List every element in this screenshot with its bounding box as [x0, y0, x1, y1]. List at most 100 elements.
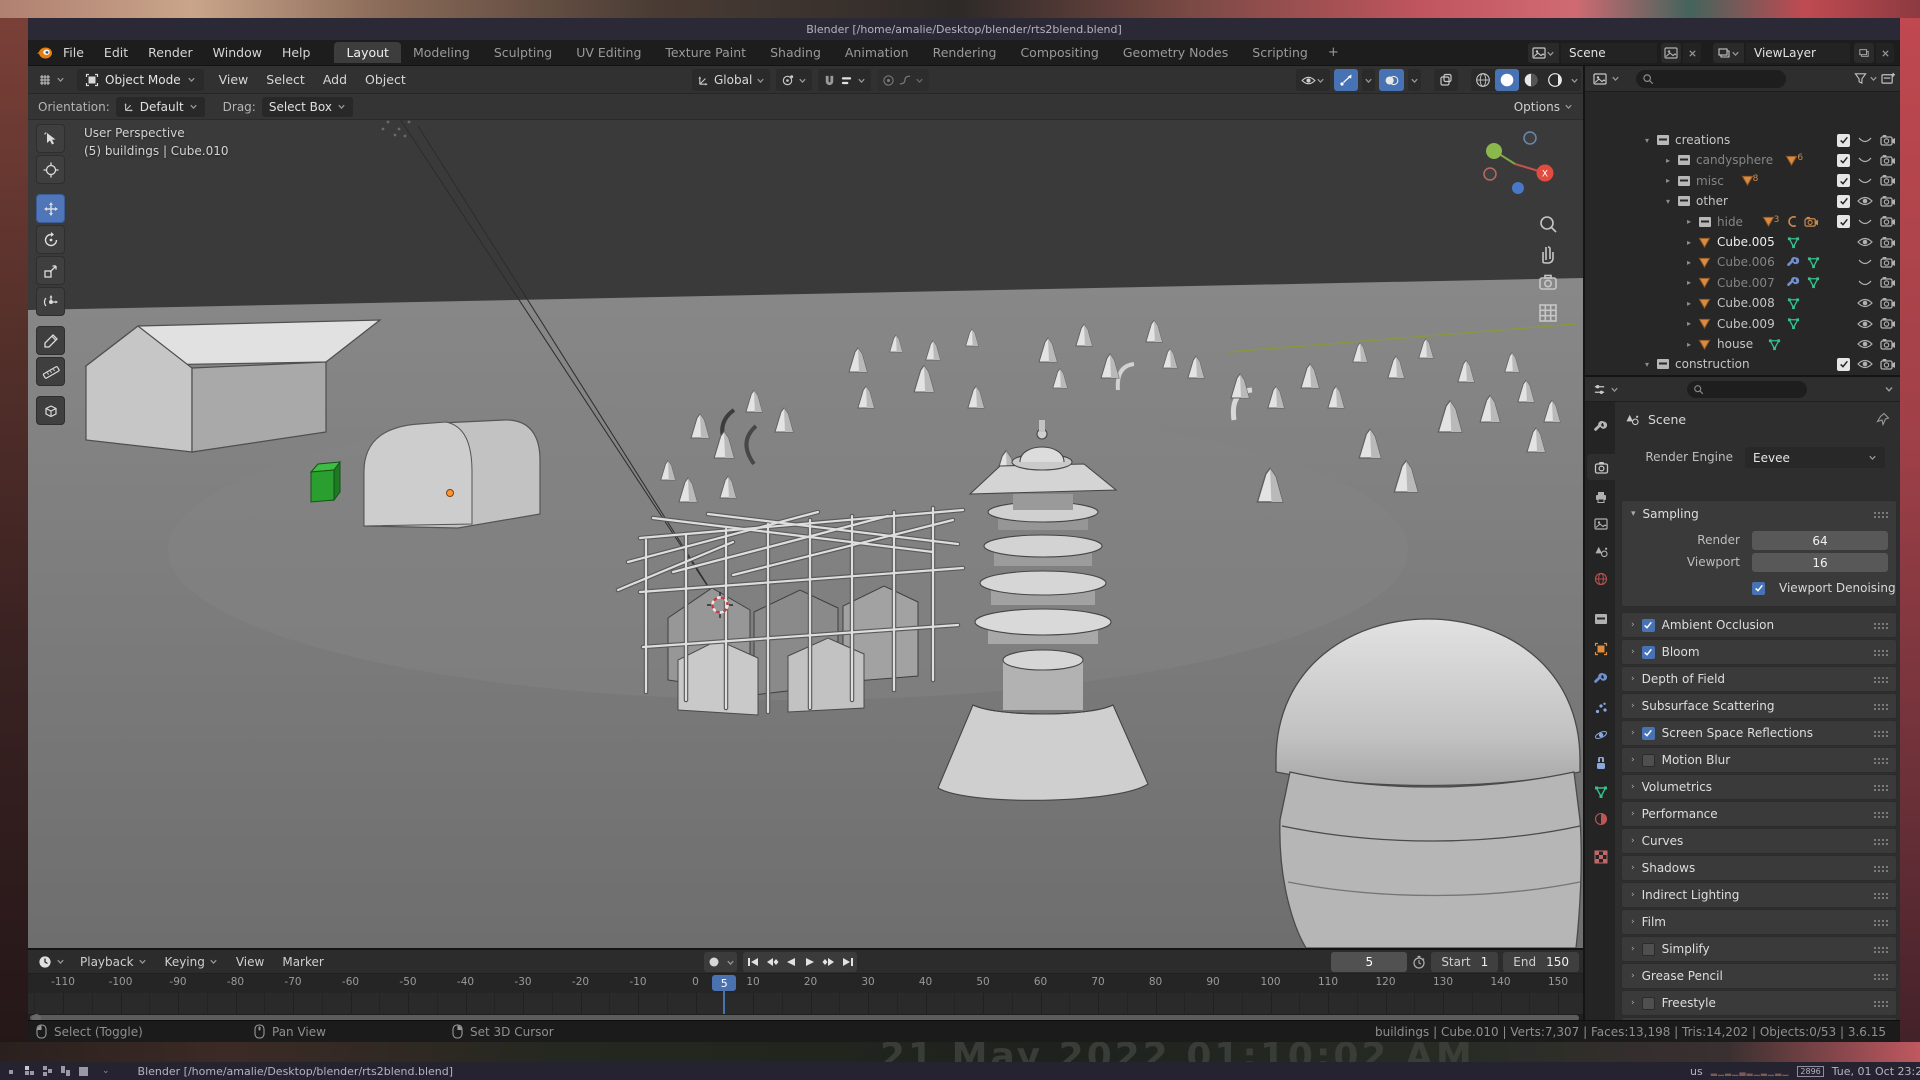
timeline-editor-type-button[interactable]: [32, 955, 71, 969]
taskbar-window-button[interactable]: Blender [/home/amalie/Desktop/blender/rt…: [138, 1065, 453, 1078]
auto-keying-button[interactable]: [704, 952, 723, 972]
menu-object[interactable]: Object: [356, 72, 415, 87]
outliner-row[interactable]: ▸candysphere6: [1585, 150, 1900, 170]
camera-visibility-icon[interactable]: [1880, 276, 1896, 289]
keyboard-layout-indicator[interactable]: us: [1690, 1065, 1703, 1078]
outliner-item-label[interactable]: candysphere: [1696, 153, 1773, 167]
workspace-tag[interactable]: [60, 1065, 72, 1077]
add-workspace-button[interactable]: +: [1320, 45, 1347, 60]
panel-drag-dots[interactable]: [1873, 649, 1888, 656]
tab-animation[interactable]: Animation: [833, 42, 921, 63]
outliner-item-label[interactable]: misc: [1696, 174, 1724, 188]
property-panel-bloom[interactable]: ›Bloom: [1621, 639, 1897, 665]
tab-data-properties[interactable]: [1587, 779, 1615, 805]
camera-visibility-icon[interactable]: [1880, 215, 1896, 228]
panel-expand-icon[interactable]: ›: [1631, 755, 1635, 765]
exclude-checkbox[interactable]: [1837, 195, 1850, 208]
frame-end-field[interactable]: End150: [1503, 952, 1579, 972]
panel-drag-dots[interactable]: [1873, 511, 1888, 518]
tool-rotate[interactable]: [36, 225, 65, 254]
panel-drag-dots[interactable]: [1873, 757, 1888, 764]
shading-solid-button[interactable]: [1495, 69, 1519, 91]
panel-drag-dots[interactable]: [1873, 892, 1888, 899]
disclosure-triangle-icon[interactable]: ▸: [1663, 176, 1673, 185]
outliner-item-label[interactable]: Cube.008: [1717, 296, 1775, 310]
tab-scene-properties[interactable]: [1587, 538, 1615, 564]
panel-expand-icon[interactable]: ›: [1631, 836, 1635, 846]
eye-closed-icon[interactable]: [1857, 175, 1873, 187]
tab-sculpting[interactable]: Sculpting: [482, 42, 564, 63]
menu-file[interactable]: File: [53, 45, 94, 60]
camera-visibility-icon[interactable]: [1880, 297, 1896, 310]
panel-expand-icon[interactable]: ›: [1631, 728, 1635, 738]
scene-browse-button[interactable]: [1528, 43, 1559, 63]
outliner-search-input[interactable]: [1636, 70, 1786, 88]
panel-expand-icon[interactable]: ›: [1631, 782, 1635, 792]
outliner-row[interactable]: ▾construction: [1585, 354, 1900, 374]
panel-drag-dots[interactable]: [1873, 784, 1888, 791]
outliner-row[interactable]: ▾creations: [1585, 130, 1900, 150]
tab-modifier-properties[interactable]: [1587, 666, 1615, 692]
panel-drag-dots[interactable]: [1873, 838, 1888, 845]
playhead[interactable]: 5: [712, 975, 736, 991]
outliner-item-label[interactable]: other: [1696, 194, 1728, 208]
mode-dropdown[interactable]: Object Mode: [77, 69, 204, 91]
tab-layout[interactable]: Layout: [334, 42, 401, 63]
camera-visibility-icon[interactable]: [1880, 236, 1896, 249]
next-keyframe-button[interactable]: [819, 952, 838, 972]
workspace-tag[interactable]: [42, 1065, 54, 1077]
tab-modeling[interactable]: Modeling: [401, 42, 482, 63]
xray-toggle[interactable]: [1434, 69, 1458, 91]
property-panel-simplify[interactable]: ›Simplify: [1621, 936, 1897, 962]
outliner-row[interactable]: ▸hide3: [1585, 212, 1900, 232]
outliner-row[interactable]: ▸house: [1585, 334, 1900, 354]
tool-measure[interactable]: [36, 357, 65, 386]
outliner-row[interactable]: ▸Cube.006: [1585, 252, 1900, 272]
property-panel-depth-of-field[interactable]: ›Depth of Field: [1621, 666, 1897, 692]
tab-render-properties[interactable]: [1587, 454, 1615, 480]
tab-tool-properties[interactable]: [1587, 414, 1615, 440]
panel-expand-icon[interactable]: ›: [1631, 620, 1635, 630]
tool-transform[interactable]: [36, 287, 65, 316]
panel-expand-icon[interactable]: ›: [1631, 674, 1635, 684]
workspace-tag[interactable]: [78, 1065, 90, 1077]
tab-shading[interactable]: Shading: [758, 42, 833, 63]
sampling-viewport-field[interactable]: 16: [1752, 553, 1888, 572]
snapping-controls[interactable]: [818, 69, 871, 91]
camera-visibility-icon[interactable]: [1880, 154, 1896, 167]
menu-keying[interactable]: Keying: [156, 955, 227, 969]
options-dropdown[interactable]: Options: [1514, 100, 1573, 114]
panel-drag-dots[interactable]: [1873, 946, 1888, 953]
viewlayer-browse-button[interactable]: [1713, 43, 1744, 63]
timeline-ruler[interactable]: -110-100-90-80-70-60-50-40-30-20-1001020…: [28, 974, 1583, 993]
outliner-item-label[interactable]: Cube.005: [1717, 235, 1775, 249]
tab-output-properties[interactable]: [1587, 484, 1615, 510]
frame-start-field[interactable]: Start1: [1431, 952, 1498, 972]
disclosure-triangle-icon[interactable]: ▾: [1663, 197, 1673, 206]
menu-window[interactable]: Window: [203, 45, 272, 60]
camera-visibility-icon[interactable]: [1880, 195, 1896, 208]
overlays-dropdown[interactable]: [1408, 69, 1421, 91]
workspace-tag[interactable]: [8, 1066, 18, 1076]
disclosure-triangle-icon[interactable]: ▸: [1684, 340, 1694, 349]
property-panel-motion-blur[interactable]: ›Motion Blur: [1621, 747, 1897, 773]
render-engine-dropdown[interactable]: Eevee: [1745, 447, 1885, 468]
camera-visibility-icon[interactable]: [1880, 134, 1896, 147]
sampling-render-field[interactable]: 64: [1752, 531, 1888, 550]
camera-visibility-icon[interactable]: [1880, 174, 1896, 187]
panel-checkbox[interactable]: [1642, 997, 1655, 1010]
panel-drag-dots[interactable]: [1873, 811, 1888, 818]
panel-expand-icon[interactable]: ▾: [1631, 509, 1636, 519]
panel-checkbox[interactable]: [1642, 943, 1655, 956]
tool-select-box[interactable]: [36, 124, 65, 153]
panel-checkbox[interactable]: [1642, 646, 1655, 659]
panel-expand-icon[interactable]: ›: [1631, 998, 1635, 1008]
object-visibility-dropdown[interactable]: [1296, 69, 1330, 91]
tab-texture-properties[interactable]: [1587, 844, 1615, 870]
panel-expand-icon[interactable]: ›: [1631, 971, 1635, 981]
properties-editor-type-button[interactable]: [1587, 383, 1625, 396]
exclude-checkbox[interactable]: [1837, 154, 1850, 167]
outliner-row[interactable]: ▸misc8: [1585, 171, 1900, 191]
pivot-point-dropdown[interactable]: [776, 69, 812, 91]
panel-expand-icon[interactable]: ›: [1631, 701, 1635, 711]
